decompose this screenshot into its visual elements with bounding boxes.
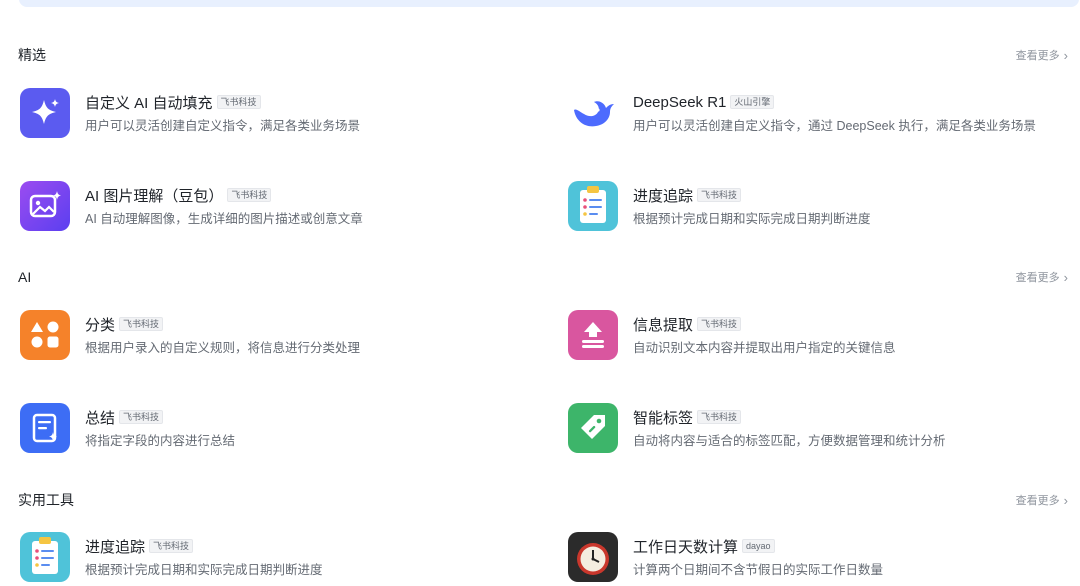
- publisher-tag: 飞书科技: [697, 188, 742, 202]
- card-title: 智能标签: [633, 409, 694, 427]
- publisher-tag: 飞书科技: [119, 317, 164, 331]
- deepseek-whale-icon: [568, 88, 618, 138]
- section-title: 精选: [18, 47, 46, 63]
- card-description: 将指定字段的内容进行总结: [85, 434, 236, 448]
- chevron-right-icon: ›: [1063, 47, 1068, 63]
- plugin-card-info-extraction[interactable]: 信息提取 飞书科技 自动识别文本内容并提取出用户指定的关键信息: [568, 310, 1068, 362]
- publisher-tag: 火山引擎: [730, 95, 775, 109]
- section-title: 实用工具: [18, 492, 74, 508]
- card-title: 进度追踪: [85, 538, 146, 556]
- card-title: AI 图片理解（豆包）: [85, 187, 224, 205]
- card-title: 信息提取: [633, 316, 694, 334]
- chevron-right-icon: ›: [1063, 269, 1068, 285]
- publisher-tag: 飞书科技: [149, 539, 194, 553]
- publisher-tag: 飞书科技: [227, 188, 272, 202]
- plugin-card-ai-image-understanding[interactable]: AI 图片理解（豆包） 飞书科技 AI 自动理解图像，生成详细的图片描述或创意文章: [20, 181, 520, 233]
- section-header-featured: 精选 查看更多 ›: [18, 45, 1068, 65]
- section-header-ai: AI 查看更多 ›: [18, 267, 1068, 287]
- extract-upload-icon: [568, 310, 618, 360]
- top-banner: [19, 0, 1079, 7]
- publisher-tag: dayao: [742, 539, 775, 553]
- card-description: AI 自动理解图像，生成详细的图片描述或创意文章: [85, 212, 363, 226]
- image-sparkle-icon: [20, 181, 70, 231]
- card-description: 计算两个日期间不含节假日的实际工作日数量: [633, 563, 884, 577]
- publisher-tag: 飞书科技: [119, 410, 164, 424]
- card-description: 自动识别文本内容并提取出用户指定的关键信息: [633, 341, 896, 355]
- plugin-card-summary[interactable]: 总结 飞书科技 将指定字段的内容进行总结: [20, 403, 520, 455]
- plugin-card-progress-tracking[interactable]: 进度追踪 飞书科技 根据预计完成日期和实际完成日期判断进度: [568, 181, 1068, 233]
- card-title: 自定义 AI 自动填充: [85, 94, 213, 112]
- alarm-clock-icon: [568, 532, 618, 582]
- card-description: 用户可以灵活创建自定义指令，满足各类业务场景: [85, 119, 361, 133]
- card-title: 进度追踪: [633, 187, 694, 205]
- plugin-card-deepseek-r1[interactable]: DeepSeek R1 火山引擎 用户可以灵活创建自定义指令，通过 DeepSee…: [568, 88, 1068, 140]
- card-description: 根据预计完成日期和实际完成日期判断进度: [85, 563, 323, 577]
- see-more-link[interactable]: 查看更多 ›: [1016, 492, 1068, 508]
- publisher-tag: 飞书科技: [697, 317, 742, 331]
- plugin-card-classification[interactable]: 分类 飞书科技 根据用户录入的自定义规则，将信息进行分类处理: [20, 310, 520, 362]
- card-description: 根据预计完成日期和实际完成日期判断进度: [633, 212, 871, 226]
- tag-icon: [568, 403, 618, 453]
- see-more-link[interactable]: 查看更多 ›: [1016, 269, 1068, 285]
- section-header-utility-tools: 实用工具 查看更多 ›: [18, 490, 1068, 510]
- clipboard-list-icon: [20, 532, 70, 582]
- plugin-card-custom-ai-autofill[interactable]: 自定义 AI 自动填充 飞书科技 用户可以灵活创建自定义指令，满足各类业务场景: [20, 88, 520, 140]
- card-description: 根据用户录入的自定义规则，将信息进行分类处理: [85, 341, 361, 355]
- card-description: 自动将内容与适合的标签匹配，方便数据管理和统计分析: [633, 434, 946, 448]
- sparkle-icon: [20, 88, 70, 138]
- clipboard-list-icon: [568, 181, 618, 231]
- plugin-card-progress-tracking[interactable]: 进度追踪 飞书科技 根据预计完成日期和实际完成日期判断进度: [20, 532, 520, 584]
- card-title: DeepSeek R1: [633, 93, 727, 111]
- section-title: AI: [18, 269, 32, 285]
- category-shapes-icon: [20, 310, 70, 360]
- card-title: 工作日天数计算: [633, 538, 739, 556]
- card-title: 分类: [85, 316, 116, 334]
- card-description: 用户可以灵活创建自定义指令，通过 DeepSeek 执行，满足各类业务场景: [633, 119, 1036, 133]
- chevron-right-icon: ›: [1063, 492, 1068, 508]
- publisher-tag: 飞书科技: [697, 410, 742, 424]
- see-more-link[interactable]: 查看更多 ›: [1016, 47, 1068, 63]
- plugin-card-smart-tag[interactable]: 智能标签 飞书科技 自动将内容与适合的标签匹配，方便数据管理和统计分析: [568, 403, 1068, 455]
- card-title: 总结: [85, 409, 116, 427]
- summary-doc-icon: [20, 403, 70, 453]
- publisher-tag: 飞书科技: [216, 95, 261, 109]
- plugin-card-workday-calculator[interactable]: 工作日天数计算 dayao 计算两个日期间不含节假日的实际工作日数量: [568, 532, 1068, 584]
